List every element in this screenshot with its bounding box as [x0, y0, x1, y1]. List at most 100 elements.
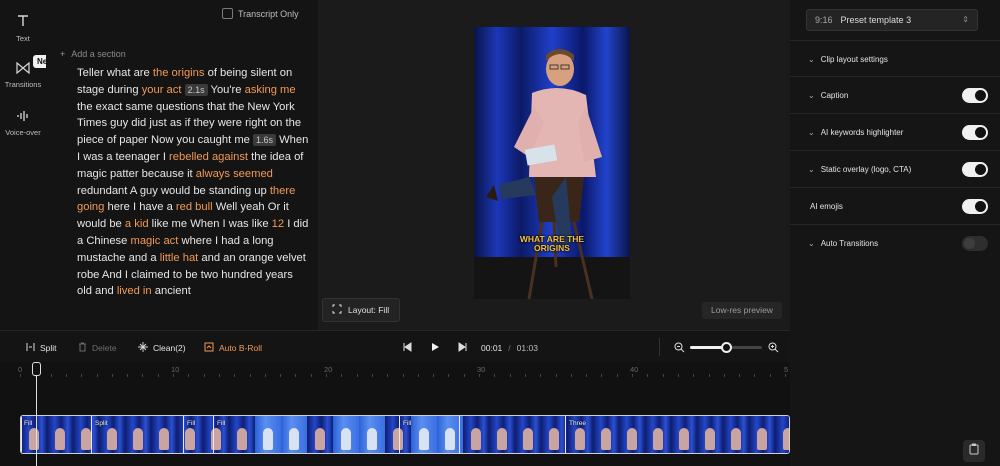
- ruler-label: 5: [784, 365, 789, 374]
- ruler-tick: [50, 374, 52, 377]
- ruler-tick: [65, 374, 67, 377]
- layout-button[interactable]: Layout: Fill: [322, 298, 400, 322]
- thumbnail-figure: [679, 428, 689, 450]
- segment-divider[interactable]: [459, 416, 460, 453]
- clipboard-button[interactable]: [963, 440, 985, 462]
- toggle-switch[interactable]: [962, 162, 988, 177]
- auto-broll-button[interactable]: Auto B-Roll: [204, 342, 262, 354]
- pause-marker[interactable]: 1.6s: [253, 134, 277, 147]
- track-thumbnail: [749, 416, 775, 453]
- zoom-in-icon[interactable]: [768, 342, 779, 355]
- setting-row[interactable]: ⌄ Auto Transitions: [790, 224, 1000, 261]
- setting-row[interactable]: ⌄ Static overlay (logo, CTA): [790, 150, 1000, 187]
- transcript-word-run[interactable]: here I have a: [104, 201, 176, 213]
- current-time: 00:01: [481, 343, 503, 353]
- play-icon[interactable]: [430, 342, 440, 354]
- chevron-down-icon[interactable]: ⌄: [808, 91, 815, 100]
- keyword-highlight[interactable]: rebelled against: [169, 151, 248, 163]
- ruler-tick: [632, 374, 633, 377]
- ruler-tick: [601, 374, 603, 377]
- ruler-tick: [402, 374, 404, 377]
- transcript-word-run[interactable]: Teller what are: [77, 67, 153, 79]
- keyword-highlight[interactable]: magic act: [131, 235, 179, 247]
- chevron-down-icon[interactable]: ⌄: [808, 128, 815, 137]
- chevron-down-icon[interactable]: ⌄: [808, 165, 815, 174]
- ruler-tick: [509, 374, 511, 377]
- ruler-tick: [326, 374, 327, 377]
- video-frame[interactable]: WHAT ARE THE ORIGINS: [474, 27, 630, 299]
- thumbnail-figure: [107, 428, 117, 450]
- thumbnail-figure: [289, 428, 299, 450]
- transcript-word-run[interactable]: You're: [208, 84, 245, 96]
- ruler-label: 20: [324, 365, 333, 374]
- setting-row[interactable]: ⌄ Clip layout settings: [790, 40, 1000, 77]
- transcript-text[interactable]: Teller what are the origins of being sil…: [77, 65, 309, 300]
- skip-forward-icon[interactable]: [458, 342, 468, 354]
- segment-divider[interactable]: [565, 416, 566, 453]
- track-thumbnail: [697, 416, 723, 453]
- keyword-highlight[interactable]: lived in: [117, 285, 152, 297]
- segment-divider[interactable]: [21, 416, 22, 453]
- ruler-tick: [295, 374, 297, 377]
- keyword-highlight[interactable]: 12: [272, 218, 284, 230]
- keyword-highlight[interactable]: asking me: [245, 84, 296, 96]
- rail-item-voiceover[interactable]: Voice-over: [0, 110, 46, 137]
- timeline[interactable]: 0 10 20 30 40 5 Fill Split Fill Fill Fill Three: [0, 362, 790, 466]
- keyword-highlight[interactable]: your act: [142, 84, 182, 96]
- text-icon: [0, 14, 46, 30]
- split-button[interactable]: Split: [26, 342, 57, 354]
- track-thumbnail: [463, 416, 489, 453]
- ruler-tick: [234, 374, 236, 377]
- zoom-out-icon[interactable]: [674, 342, 685, 355]
- zoom-slider-handle[interactable]: [721, 342, 732, 353]
- pause-marker[interactable]: 2.1s: [184, 83, 208, 96]
- clean-button[interactable]: Clean(2): [138, 342, 186, 354]
- time-separator: /: [508, 343, 511, 353]
- setting-row[interactable]: ⌄ AI keywords highlighter: [790, 113, 1000, 150]
- checkbox[interactable]: [222, 8, 233, 19]
- track-thumbnail: [229, 416, 255, 453]
- keyword-highlight[interactable]: always seemed: [196, 168, 273, 180]
- chevron-down-icon[interactable]: ⌄: [808, 55, 815, 64]
- thumbnail-figure: [601, 428, 611, 450]
- segment-divider[interactable]: [399, 416, 400, 453]
- rail-item-text[interactable]: Text: [0, 14, 46, 43]
- playhead-handle[interactable]: [32, 362, 41, 376]
- setting-row[interactable]: ⌄ Caption: [790, 76, 1000, 113]
- track-thumbnail: [281, 416, 307, 453]
- segment-divider[interactable]: [183, 416, 184, 453]
- transcript-word-run[interactable]: ancient: [152, 285, 191, 297]
- zoom-slider[interactable]: [690, 342, 762, 353]
- ruler-tick: [723, 374, 725, 377]
- keyword-highlight[interactable]: red bull: [176, 201, 213, 213]
- skip-back-icon[interactable]: [402, 342, 412, 354]
- toggle-switch[interactable]: [962, 236, 988, 251]
- playhead[interactable]: [36, 362, 37, 466]
- preset-template-select[interactable]: 9:16 Preset template 3 ⇕: [806, 9, 978, 31]
- keyword-highlight[interactable]: the origins: [153, 67, 205, 79]
- setting-label: Clip layout settings: [820, 54, 888, 64]
- divider: [659, 338, 660, 356]
- ruler-tick: [356, 374, 358, 377]
- keyword-highlight[interactable]: a kid: [125, 218, 149, 230]
- setting-row[interactable]: AI emojis: [790, 187, 1000, 224]
- segment-divider[interactable]: [91, 416, 92, 453]
- keyword-highlight[interactable]: little hat: [160, 252, 199, 264]
- transcript-word-run[interactable]: redundant A guy would be standing up: [77, 185, 270, 197]
- lowres-preview-button[interactable]: Low-res preview: [702, 302, 782, 319]
- toggle-switch[interactable]: [962, 199, 988, 214]
- transcript-word-run[interactable]: like me When I was like: [149, 218, 272, 230]
- transcript-only-toggle[interactable]: Transcript Only: [222, 8, 299, 19]
- video-track[interactable]: Fill Split Fill Fill Fill Three: [20, 415, 790, 454]
- ruler-label: 30: [477, 365, 486, 374]
- track-thumbnail: [775, 416, 789, 453]
- chevron-down-icon[interactable]: ⌄: [808, 239, 815, 248]
- broll-label: Auto B-Roll: [219, 343, 262, 353]
- toggle-switch[interactable]: [962, 88, 988, 103]
- ruler-tick: [479, 374, 480, 377]
- toggle-switch[interactable]: [962, 125, 988, 140]
- segment-divider[interactable]: [213, 416, 214, 453]
- thumbnail-figure: [367, 428, 377, 450]
- add-section-button[interactable]: + Add a section: [60, 49, 126, 59]
- delete-button[interactable]: Delete: [78, 342, 117, 354]
